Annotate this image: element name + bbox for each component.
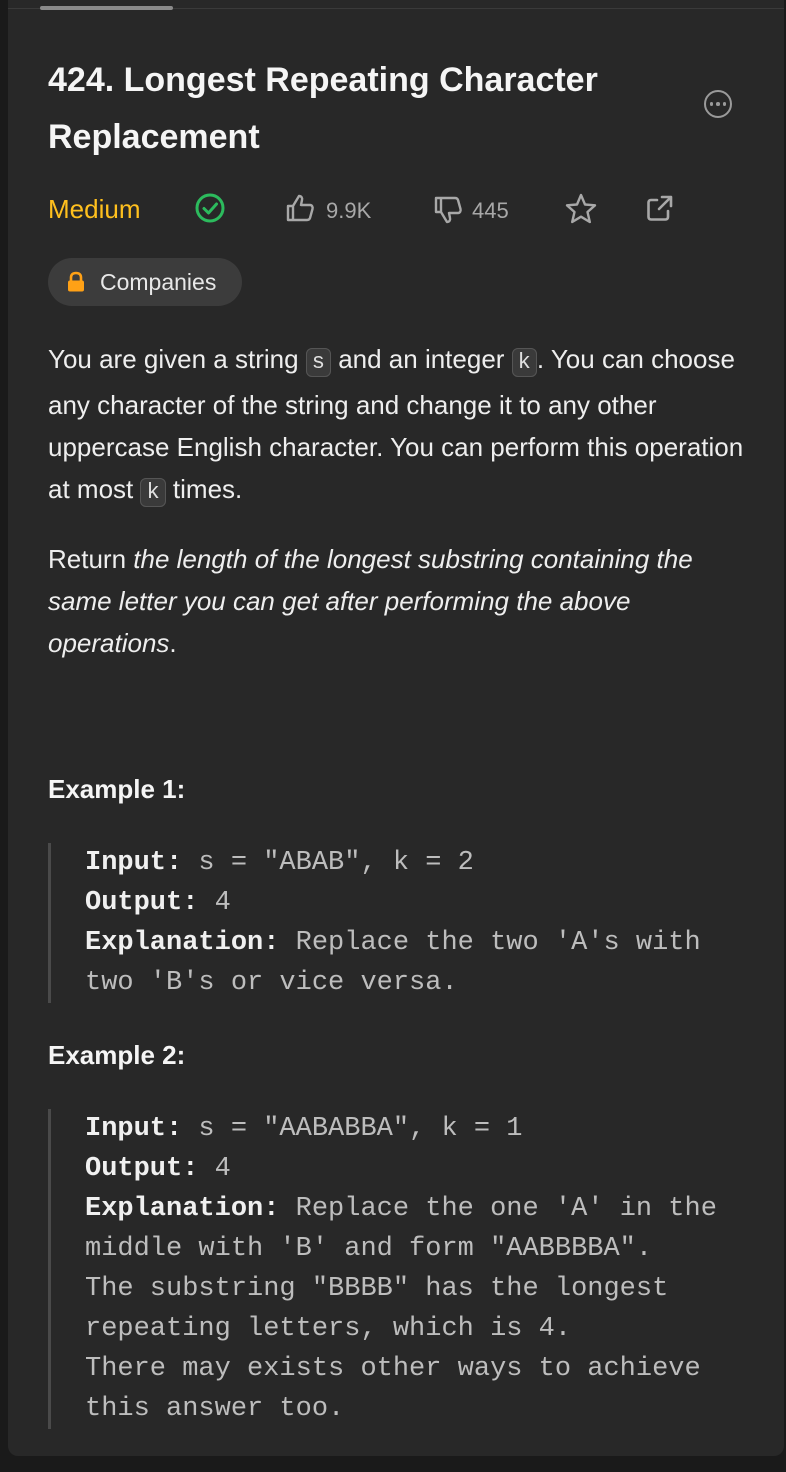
problem-meta-row: Medium 9.9K 445 <box>48 190 748 232</box>
desc-text: and an integer <box>330 344 512 374</box>
output-value: 4 <box>198 1154 231 1184</box>
star-icon[interactable] <box>564 192 598 226</box>
example-block: Input: s = "AABABBA", k = 1 Output: 4 Ex… <box>48 1109 748 1429</box>
problem-title: 424. Longest Repeating Character Replace… <box>48 61 598 156</box>
dislikes-count: 445 <box>472 198 509 223</box>
desc-emphasis: the length of the longest substring cont… <box>48 544 693 658</box>
problem-description-panel: 424. Longest Repeating Character Replace… <box>8 0 784 1456</box>
desc-text: You are given a string <box>48 344 306 374</box>
output-value: 4 <box>198 888 231 918</box>
thumbs-up-icon[interactable] <box>284 192 316 224</box>
lock-icon <box>68 271 84 292</box>
input-value: s = "ABAB", k = 2 <box>182 848 474 878</box>
output-label: Output: <box>85 888 199 918</box>
code-k: k <box>140 478 166 507</box>
input-value: s = "AABABBA", k = 1 <box>182 1114 523 1144</box>
active-tab-indicator <box>40 6 173 10</box>
desc-text: . <box>169 628 177 658</box>
output-label: Output: <box>85 1154 199 1184</box>
problem-description: You are given a string s and an integer … <box>48 338 748 514</box>
companies-button[interactable]: Companies <box>48 258 242 306</box>
input-label: Input: <box>85 1114 183 1144</box>
likes-count: 9.9K <box>326 198 372 223</box>
code-k: k <box>511 348 537 377</box>
explanation-label: Explanation: <box>85 928 280 958</box>
code-s: s <box>305 348 331 377</box>
example-block: Input: s = "ABAB", k = 2 Output: 4 Expla… <box>48 843 748 1003</box>
explanation-value: Replace the one 'A' in the middle with '… <box>85 1194 717 1424</box>
desc-text: times. <box>165 474 243 504</box>
problem-return-statement: Return the length of the longest substri… <box>48 538 748 664</box>
example-heading: Example 1: <box>48 774 186 804</box>
difficulty-badge: Medium <box>48 194 141 224</box>
example-heading: Example 2: <box>48 1040 186 1070</box>
thumbs-down-icon[interactable] <box>432 194 464 226</box>
check-circle-icon <box>195 193 225 223</box>
share-icon[interactable] <box>644 192 676 224</box>
explanation-label: Explanation: <box>85 1194 280 1224</box>
desc-text: Return <box>48 544 134 574</box>
companies-label: Companies <box>100 268 217 295</box>
input-label: Input: <box>85 848 183 878</box>
more-options-icon[interactable] <box>704 90 732 118</box>
